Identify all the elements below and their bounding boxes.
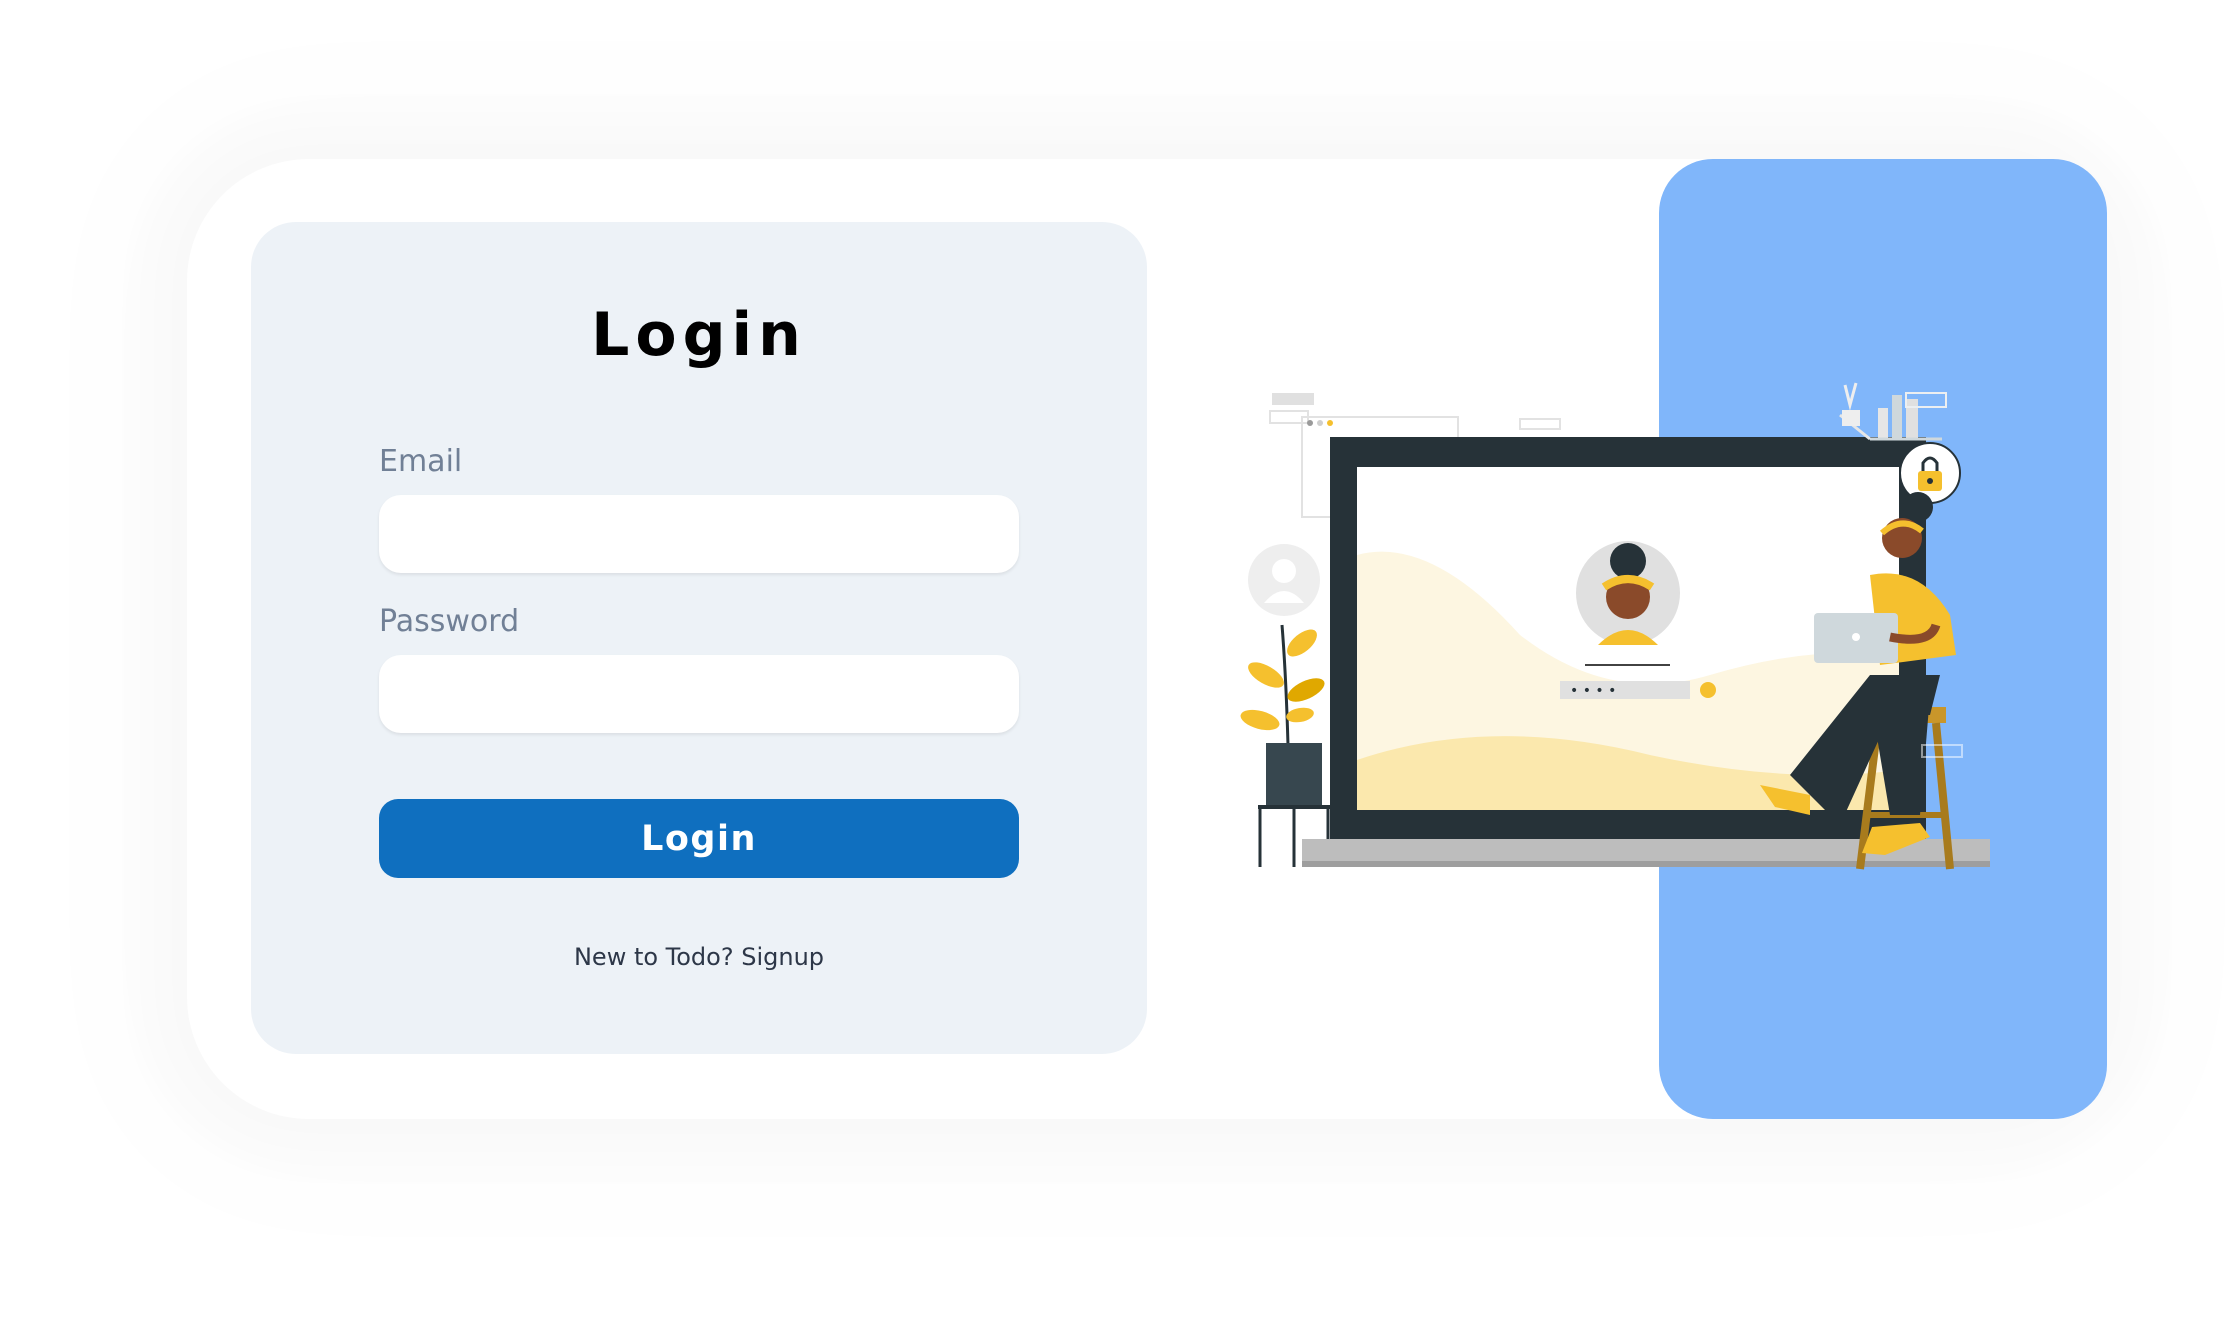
signup-prompt: New to Todo? Signup: [379, 943, 1019, 971]
plant-icon: [1240, 624, 1330, 867]
signup-prompt-text: New to Todo?: [573, 943, 734, 971]
screen-password-dots: • • • •: [1570, 683, 1616, 699]
login-button[interactable]: Login: [379, 799, 1019, 878]
password-label: Password: [379, 604, 520, 639]
screen-next-icon: [1700, 682, 1716, 698]
page-title: Login: [591, 300, 807, 370]
window-tab-shape: [1272, 393, 1314, 405]
padlock-icon: [1899, 442, 1961, 504]
password-field[interactable]: [379, 655, 1019, 733]
email-field[interactable]: [379, 495, 1019, 573]
window-dot-icon: [1317, 420, 1323, 426]
page: Login Email Password Login New to Todo? …: [0, 0, 2239, 1317]
email-label: Email: [379, 444, 463, 479]
login-illustration: • • • •: [1240, 382, 1990, 870]
shelf-icon: [1839, 382, 1947, 441]
faded-avatar-icon: [1248, 544, 1320, 616]
signup-link[interactable]: Signup: [741, 943, 824, 971]
window-dot-icon: [1307, 420, 1313, 426]
screen-avatar-icon: [1576, 541, 1680, 645]
window-dot-icon: [1327, 420, 1333, 426]
